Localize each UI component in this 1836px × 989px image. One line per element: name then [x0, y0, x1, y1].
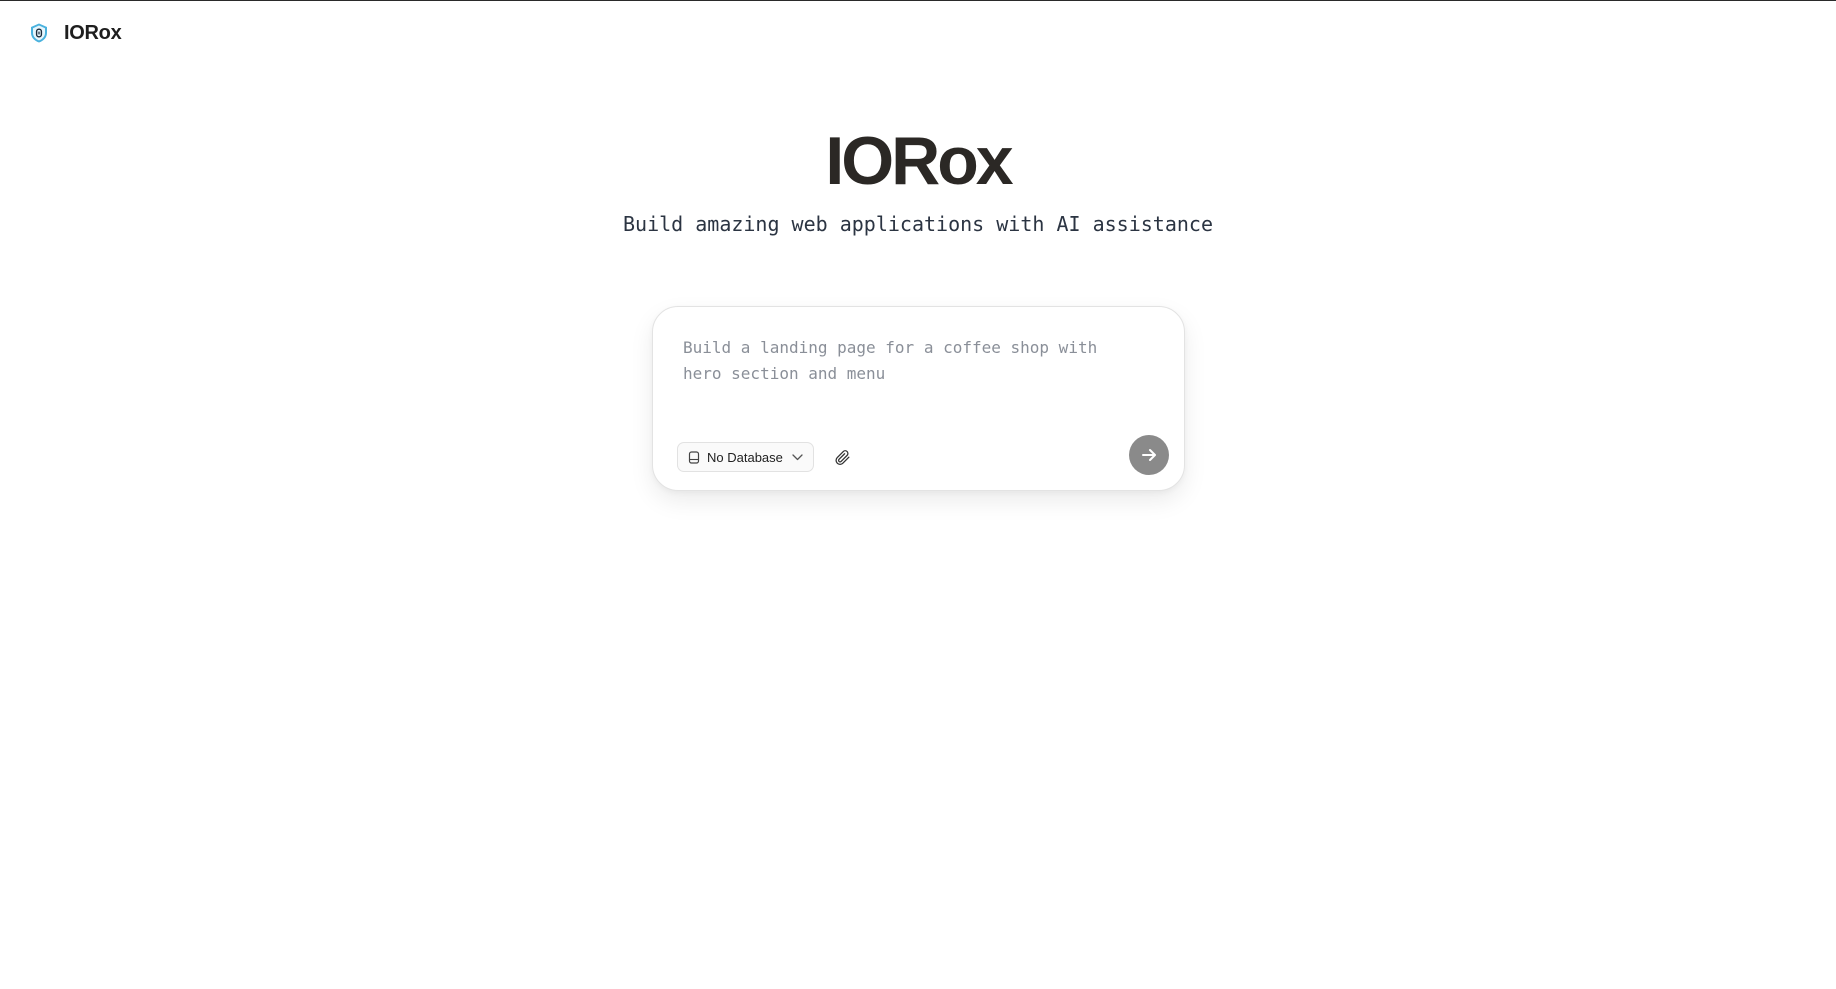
prompt-card: No Database — [652, 306, 1185, 491]
database-select[interactable]: No Database — [677, 442, 814, 472]
shield-logo-icon[interactable] — [28, 22, 50, 44]
hero-subtitle: Build amazing web applications with AI a… — [622, 212, 1213, 236]
database-select-label: No Database — [707, 449, 783, 465]
attach-button[interactable] — [829, 444, 855, 470]
arrow-right-icon — [1140, 446, 1158, 464]
hero-title: IORox — [825, 123, 1013, 199]
paperclip-icon — [834, 449, 851, 466]
send-button[interactable] — [1129, 435, 1169, 475]
brand-name[interactable]: IORox — [64, 22, 122, 45]
chevron-down-icon — [792, 453, 803, 461]
prompt-input[interactable] — [683, 335, 1113, 405]
top-bar: IORox — [28, 21, 122, 45]
database-icon — [688, 450, 700, 464]
